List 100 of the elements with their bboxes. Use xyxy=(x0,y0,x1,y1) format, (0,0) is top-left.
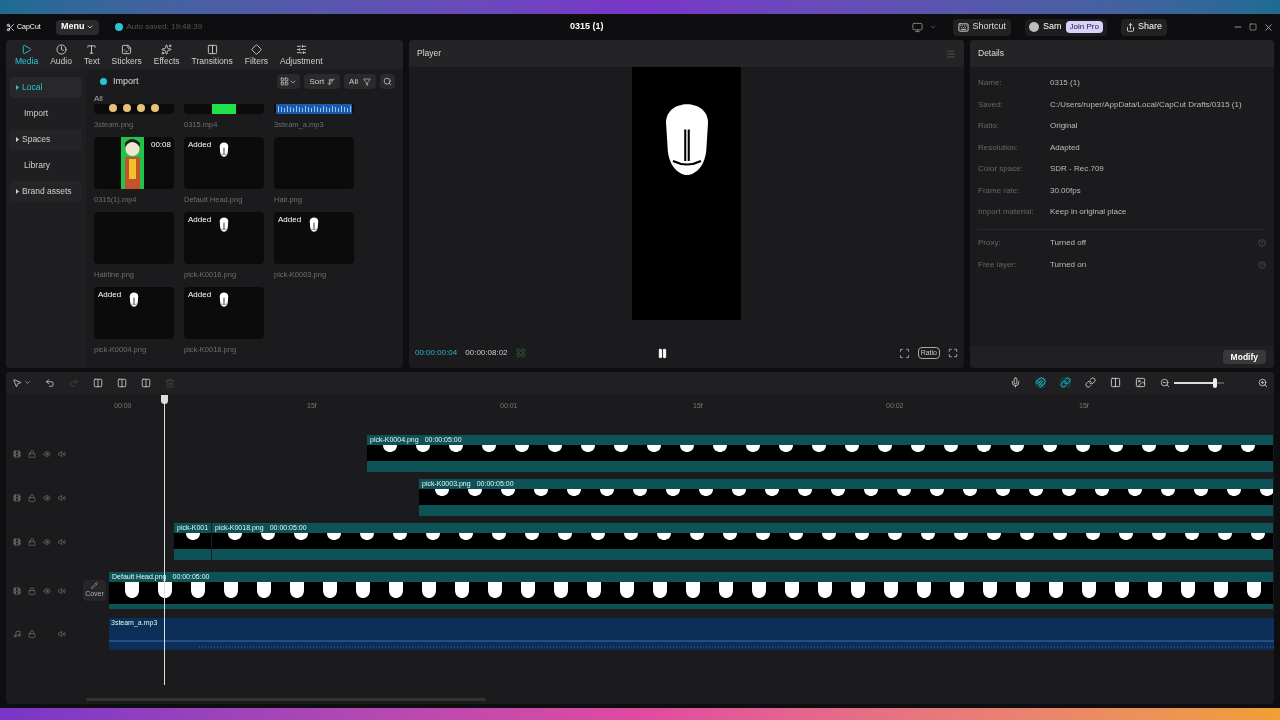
added-label: Added xyxy=(188,214,212,226)
expand-caret-icon xyxy=(16,85,19,90)
lock-icon[interactable] xyxy=(28,493,36,502)
lock-icon[interactable] xyxy=(28,630,36,638)
media-tab[interactable]: Text xyxy=(78,44,105,69)
media-tab[interactable]: Audio xyxy=(45,44,77,69)
sliders-icon xyxy=(295,44,307,56)
added-label: Added xyxy=(278,214,302,226)
filter-icon xyxy=(363,77,371,86)
detail-value: C:/Users/ruper/AppData/Local/CapCut Drafts/0315 (1) xyxy=(1050,98,1242,111)
detail-label: Proxy: xyxy=(978,237,1002,249)
media-thumbnail[interactable]: Added xyxy=(274,212,354,264)
sidebar-item[interactable]: Library xyxy=(10,155,82,176)
preview-icon[interactable] xyxy=(1135,377,1146,388)
media-thumbnail[interactable]: 00:08 xyxy=(94,137,174,189)
fit-icon[interactable] xyxy=(898,347,910,359)
microphone-icon[interactable] xyxy=(1010,377,1021,388)
user-name: Sam xyxy=(1043,20,1062,34)
media-tab[interactable]: Media xyxy=(10,44,44,69)
head-frame-drawing xyxy=(185,533,200,540)
maximize-icon[interactable] xyxy=(1249,23,1257,31)
account-chip[interactable]: Sam Join Pro xyxy=(1025,18,1107,36)
keyboard-icon xyxy=(957,21,969,33)
speaker-icon[interactable] xyxy=(58,449,66,458)
zoom-out-icon[interactable] xyxy=(1160,377,1170,388)
media-thumbnail[interactable]: Added xyxy=(184,212,264,264)
video-track-icon xyxy=(13,537,21,546)
split-icon[interactable] xyxy=(93,377,103,388)
speaker-icon[interactable] xyxy=(58,537,66,546)
undo-icon[interactable] xyxy=(45,377,55,388)
layout-icon[interactable] xyxy=(911,21,923,33)
split-right-icon[interactable] xyxy=(141,377,151,388)
share-button[interactable]: Share xyxy=(1120,18,1167,36)
zoom-slider-thumb[interactable] xyxy=(1213,377,1217,388)
lock-icon[interactable] xyxy=(28,449,36,458)
media-tab[interactable]: Adjustment xyxy=(274,44,328,69)
search-button[interactable] xyxy=(380,74,395,89)
panel-title: Player xyxy=(417,47,442,60)
sidebar-item[interactable]: Brand assets xyxy=(10,181,82,202)
media-tab[interactable]: Effects xyxy=(148,44,185,69)
added-label: Added xyxy=(188,139,212,151)
sidebar-item[interactable]: Import xyxy=(10,103,82,124)
detail-value: SDR - Rec.709 xyxy=(1050,163,1104,175)
menu-button[interactable]: Menu xyxy=(56,19,99,35)
detail-value: 30.00fps xyxy=(1050,184,1081,197)
speaker-icon[interactable] xyxy=(58,630,66,638)
sidebar-item[interactable]: Local xyxy=(10,77,82,98)
eye-icon[interactable] xyxy=(43,586,51,595)
media-tab[interactable]: Transitions xyxy=(186,44,238,69)
fullscreen-icon[interactable] xyxy=(948,348,958,358)
lock-icon[interactable] xyxy=(28,586,36,595)
logo-icon xyxy=(6,22,15,32)
speaker-icon[interactable] xyxy=(58,586,66,595)
media-thumbnail[interactable]: Added xyxy=(94,287,174,339)
columns-icon xyxy=(206,44,218,56)
import-button[interactable]: Import xyxy=(94,74,139,89)
zoom-in-icon[interactable] xyxy=(1258,377,1268,388)
head-drawing xyxy=(217,215,231,234)
saved-status-icon xyxy=(114,23,123,31)
select-tool-icon[interactable] xyxy=(12,377,22,388)
head-drawing xyxy=(127,290,141,309)
detail-value: Original xyxy=(1050,120,1078,132)
playhead-handle[interactable] xyxy=(161,395,168,404)
filter-button[interactable]: All xyxy=(344,74,376,89)
sort-button[interactable]: Sort xyxy=(304,74,341,89)
close-icon[interactable] xyxy=(1263,21,1274,33)
split-left-icon[interactable] xyxy=(117,377,127,388)
detail-value: 0315 (1) xyxy=(1050,77,1080,89)
join-pro-badge[interactable]: Join Pro xyxy=(1065,21,1103,33)
project-title: 0315 (1) xyxy=(570,20,604,34)
link-toggle-icon[interactable] xyxy=(1060,377,1071,388)
pause-button[interactable] xyxy=(656,347,668,359)
detail-label: Saved: xyxy=(978,98,1004,111)
snap-toggle-icon[interactable] xyxy=(1035,377,1046,388)
added-label: Added xyxy=(188,289,212,301)
head-drawing xyxy=(217,140,231,159)
shortcut-button[interactable]: Shortcut xyxy=(952,18,1012,36)
lock-icon[interactable] xyxy=(28,537,36,546)
detail-value: Keep in original place xyxy=(1050,206,1127,218)
detail-label: Frame rate: xyxy=(978,184,1021,197)
section-label: All xyxy=(94,94,104,104)
media-thumbnail[interactable]: Added xyxy=(184,137,264,189)
eye-icon[interactable] xyxy=(43,449,51,458)
media-thumbnail[interactable]: Added xyxy=(184,287,264,339)
align-icon[interactable] xyxy=(1110,377,1121,388)
caret-icon[interactable] xyxy=(24,379,31,386)
media-tab[interactable]: Filters xyxy=(239,44,273,69)
eye-icon[interactable] xyxy=(43,493,51,502)
play-icon xyxy=(21,44,33,56)
eye-icon[interactable] xyxy=(43,537,51,546)
sidebar-item[interactable]: Spaces xyxy=(10,129,82,150)
link-icon[interactable] xyxy=(1085,377,1096,388)
plus-icon xyxy=(100,78,107,85)
panel-title: Details xyxy=(978,47,1004,60)
speaker-icon[interactable] xyxy=(58,493,66,502)
layout-dropdown[interactable] xyxy=(277,74,301,89)
modify-button[interactable]: Modify xyxy=(1222,350,1266,364)
caret-icon[interactable] xyxy=(928,23,937,31)
media-tab[interactable]: Stickers xyxy=(106,44,147,69)
detail-value: Turned on xyxy=(1050,258,1088,271)
